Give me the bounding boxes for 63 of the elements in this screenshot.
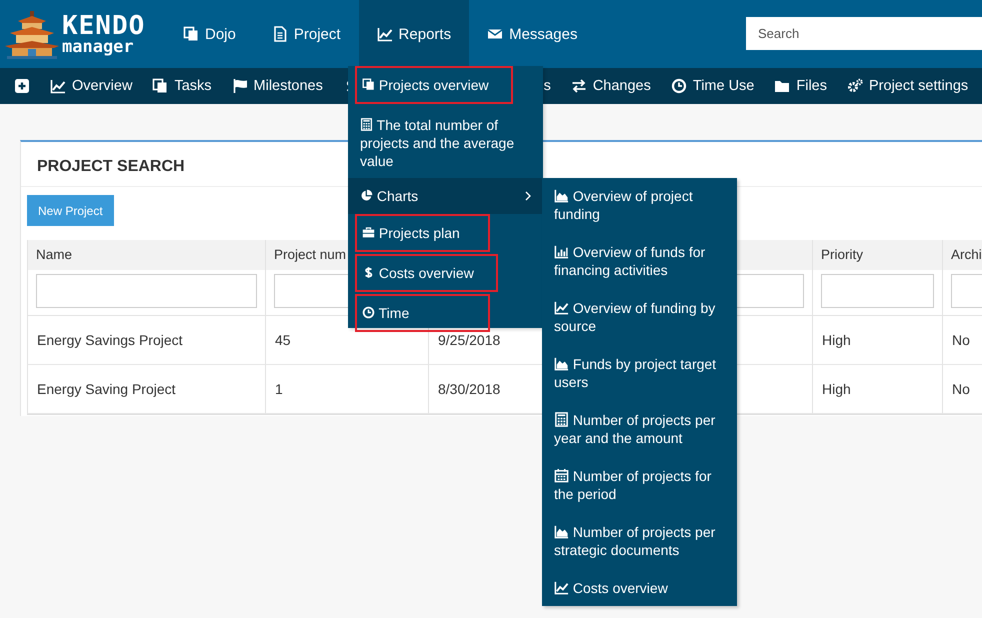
column-header[interactable]: Archi	[942, 240, 982, 270]
logo-subtitle: manager	[62, 38, 135, 56]
calendar-icon	[554, 468, 569, 483]
line-chart-icon	[50, 78, 66, 94]
bar-chart-icon	[554, 244, 569, 259]
table-cell: High	[812, 365, 942, 414]
line-chart-icon	[376, 26, 393, 42]
menu-item[interactable]: Overview of project funding	[542, 186, 737, 242]
toolbar-link[interactable]: Overview	[40, 78, 142, 94]
document-icon	[272, 26, 288, 42]
plus-icon	[14, 78, 30, 94]
table-cell: No	[942, 316, 982, 365]
menu-item[interactable]: Costs overview	[542, 578, 737, 616]
documents-icon	[183, 26, 199, 42]
briefcase-icon	[362, 226, 375, 239]
clock-icon	[670, 78, 687, 94]
pie-chart-icon	[360, 189, 373, 202]
logo-title: KENDO	[62, 12, 146, 38]
swap-arrows-icon	[570, 78, 587, 94]
calculator-icon	[554, 412, 569, 427]
area-chart-icon	[554, 356, 569, 371]
table-cell: Energy Saving Project	[27, 365, 265, 414]
table-cell: No	[942, 365, 982, 414]
toolbar-link[interactable]: Milestones	[222, 78, 333, 94]
area-chart-icon	[554, 188, 569, 203]
filter-field[interactable]	[36, 274, 257, 308]
documents-icon	[152, 78, 168, 94]
menu-item[interactable]: Number of projects for the period	[542, 466, 737, 522]
folder-icon	[774, 78, 790, 94]
documents-icon	[362, 78, 375, 91]
calculator-icon	[360, 118, 373, 131]
menu-item[interactable]: Overview of funds for financing activities	[542, 242, 737, 298]
gears-icon	[847, 78, 863, 94]
column-header[interactable]: Name	[27, 240, 265, 270]
menu-item[interactable]: Projects plan	[355, 214, 490, 252]
flag-icon	[232, 78, 248, 94]
toolbar-link[interactable]: Time Use	[660, 78, 764, 94]
menu-item[interactable]: Time	[355, 294, 490, 332]
pagoda-logo-drawing	[4, 9, 60, 59]
menu-item[interactable]: The total number of projects and the average value	[348, 106, 543, 178]
filter-field[interactable]	[821, 274, 934, 308]
toolbar-link[interactable]: Files	[764, 78, 837, 94]
toolbar-link[interactable]: Project settings	[837, 78, 978, 94]
chevron-right-icon	[525, 191, 531, 201]
area-chart-icon	[554, 524, 569, 539]
toolbar-link[interactable]: Changes	[560, 78, 661, 94]
nav-tab[interactable]: Project	[254, 0, 359, 68]
line-chart-icon	[554, 580, 569, 595]
menu-item[interactable]: Number of projects per strategic documents	[542, 522, 737, 578]
line-chart-icon	[554, 300, 569, 315]
clock-icon	[362, 306, 375, 319]
table-cell: 1	[265, 365, 428, 414]
nav-tab[interactable]: Reports	[358, 0, 470, 68]
menu-item[interactable]: Projects overview	[355, 66, 513, 104]
dollar-icon	[362, 266, 375, 279]
menu-item[interactable]: Costs overview	[355, 254, 498, 292]
toolbar-link[interactable]: Tasks	[142, 78, 222, 94]
search-field[interactable]: Search	[746, 17, 982, 50]
nav-tab[interactable]: Messages	[469, 0, 596, 68]
column-header[interactable]: Priority	[812, 240, 942, 270]
nav-tab[interactable]: Dojo	[165, 0, 254, 68]
table-cell: High	[812, 316, 942, 365]
table-cell: Energy Savings Project	[27, 316, 265, 365]
